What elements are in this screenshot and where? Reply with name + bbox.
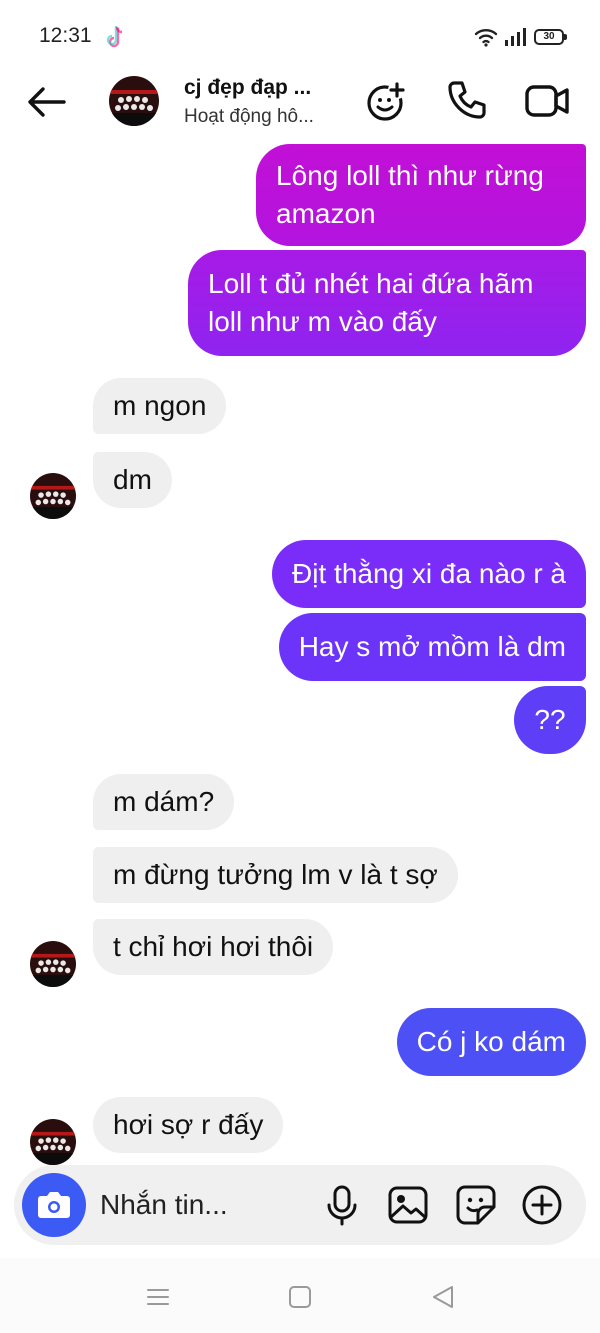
chat-header: cj đẹp đạp ... Hoạt động hô... — [0, 70, 600, 140]
plus-icon[interactable] — [520, 1183, 564, 1227]
message-text: Loll t đủ nhét hai đứa hãm — [208, 268, 534, 299]
message-text: amazon — [276, 198, 376, 229]
message-text: m đừng tưởng lm v là t sợ — [113, 859, 438, 890]
status-time: 12:31 — [39, 24, 92, 47]
back-arrow-icon[interactable] — [24, 82, 70, 122]
message-text: m dám? — [113, 786, 215, 817]
signal-icon — [505, 28, 526, 46]
message-bubble-incoming[interactable]: hơi sợ r đấy — [93, 1097, 284, 1153]
sender-avatar[interactable] — [30, 941, 76, 987]
back-icon[interactable] — [428, 1282, 458, 1312]
message-bubble-incoming[interactable]: m đừng tưởng lm v là t sợ — [93, 847, 458, 903]
message-bubble-outgoing[interactable]: Loll t đủ nhét hai đứa hãm loll như m và… — [188, 250, 586, 356]
message-bubble-incoming[interactable]: t chỉ hơi hơi thôi — [93, 919, 334, 975]
system-nav-bar — [0, 1258, 600, 1333]
gallery-icon[interactable] — [386, 1183, 430, 1227]
message-input[interactable] — [100, 1187, 320, 1223]
battery-icon: 30 — [534, 29, 567, 45]
message-bubble-outgoing[interactable]: Địt thằng xi đa nào r à — [272, 540, 586, 608]
message-bubble-outgoing[interactable]: Có j ko dám — [396, 1008, 586, 1076]
message-text: t chỉ hơi hơi thôi — [113, 931, 314, 962]
message-text: dm — [113, 464, 152, 495]
message-bubble-incoming[interactable]: m ngon — [93, 378, 227, 434]
message-text: m ngon — [113, 390, 207, 421]
tiktok-icon — [106, 26, 123, 48]
phone-icon[interactable] — [444, 78, 490, 124]
home-icon[interactable] — [285, 1282, 315, 1312]
contact-status: Hoạt động hô... — [184, 106, 314, 127]
message-bubble-incoming[interactable]: m dám? — [93, 774, 235, 830]
message-text: hơi sợ r đấy — [113, 1109, 264, 1140]
microphone-icon[interactable] — [320, 1183, 364, 1227]
recents-icon[interactable] — [143, 1282, 173, 1312]
message-text: Lông loll thì như rừng — [276, 160, 544, 191]
sticker-icon[interactable] — [454, 1183, 498, 1227]
message-text: Hay s mở mồm là dm — [298, 631, 566, 662]
status-icons: 30 — [474, 24, 567, 50]
message-bubble-outgoing[interactable]: ?? — [514, 686, 586, 754]
message-text: Có j ko dám — [416, 1026, 566, 1057]
sender-avatar[interactable] — [30, 1119, 76, 1165]
message-bubble-outgoing[interactable]: Hay s mở mồm là dm — [278, 613, 586, 681]
contact-name[interactable]: cj đẹp đạp ... — [184, 76, 311, 100]
status-bar: 12:31 30 — [0, 0, 600, 70]
camera-button[interactable] — [22, 1173, 86, 1237]
message-text: Địt thằng xi đa nào r à — [292, 558, 566, 589]
message-bubble-outgoing[interactable]: Lông loll thì như rừng amazon — [256, 144, 586, 246]
message-composer — [14, 1165, 586, 1245]
message-bubble-incoming[interactable]: dm — [93, 452, 172, 508]
message-list[interactable]: Lông loll thì như rừng amazon Loll t đủ … — [0, 140, 600, 1165]
video-icon[interactable] — [524, 78, 570, 124]
sender-avatar[interactable] — [30, 473, 76, 519]
camera-icon — [38, 1192, 70, 1218]
contact-avatar[interactable] — [109, 76, 159, 126]
message-text: ?? — [534, 704, 566, 735]
wifi-icon — [474, 29, 498, 47]
add-emoji-icon[interactable] — [364, 78, 410, 124]
message-text: loll như m vào đấy — [208, 306, 437, 337]
